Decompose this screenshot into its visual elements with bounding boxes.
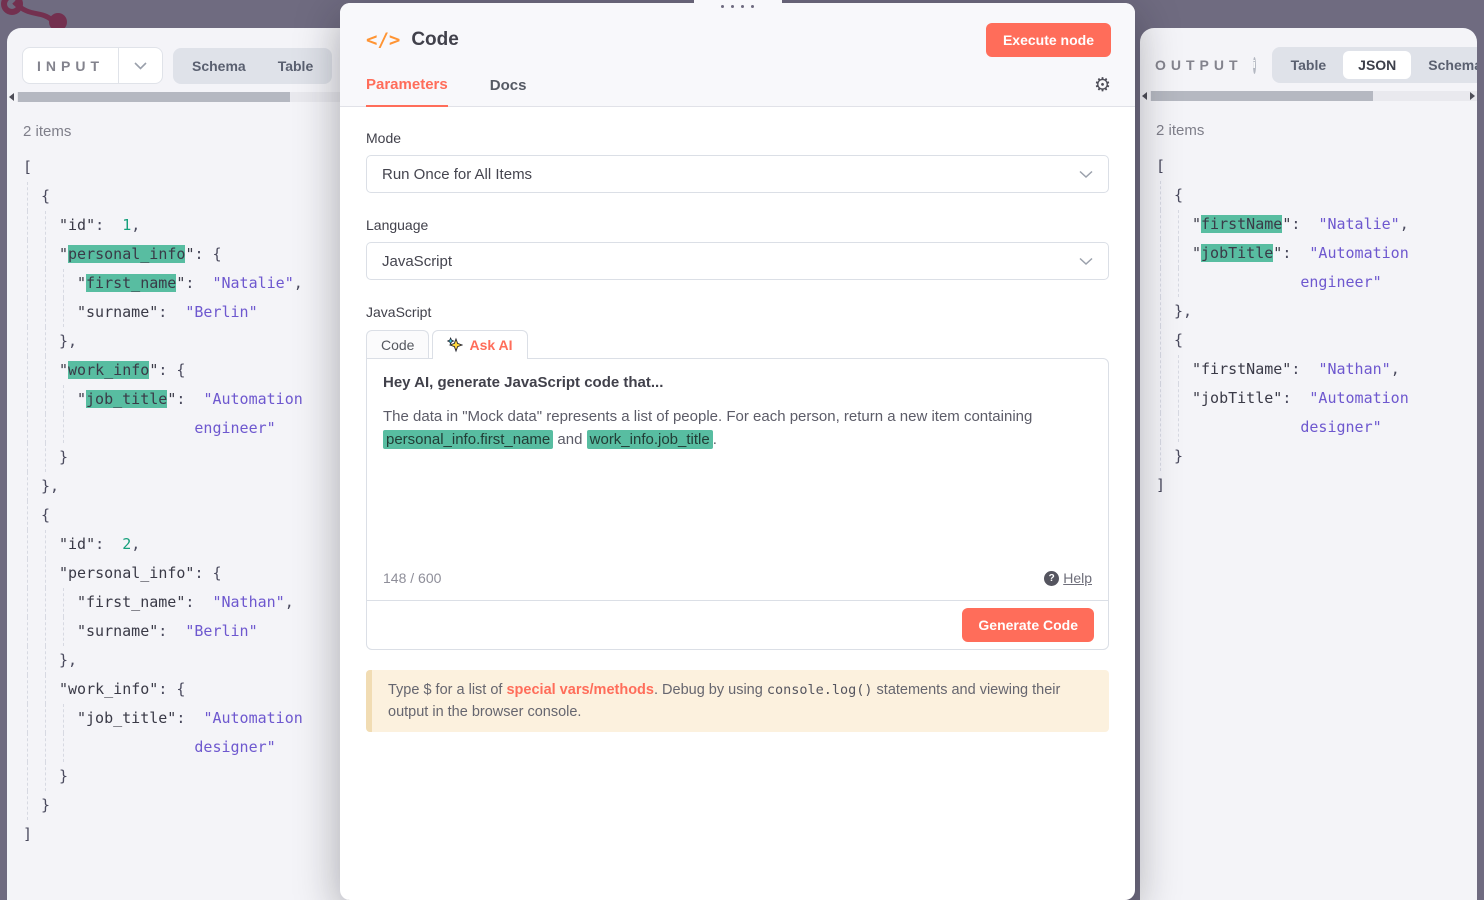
tab-schema[interactable]: Schema (177, 52, 261, 80)
help-link[interactable]: ? Help (1044, 570, 1092, 586)
tab-json[interactable]: JSON (1343, 51, 1411, 79)
language-select[interactable]: JavaScript (366, 242, 1109, 280)
scrollbar-thumb[interactable] (18, 92, 290, 102)
tab-schema[interactable]: Schema (1413, 51, 1477, 79)
scroll-left-arrow-icon[interactable] (9, 93, 14, 101)
question-mark-icon: ? (1044, 571, 1059, 586)
mode-select[interactable]: Run Once for All Items (366, 155, 1109, 193)
output-json-view: [{"firstName": "Natalie","jobTitle": "Au… (1156, 152, 1477, 500)
input-json-view: [{"id": 1,"personal_info": {"first_name"… (23, 153, 348, 849)
tab-parameters[interactable]: Parameters (366, 76, 448, 107)
language-value: JavaScript (382, 253, 452, 270)
input-items-count: 2 items (23, 123, 348, 140)
prompt-text[interactable]: The data in "Mock data" represents a lis… (383, 405, 1089, 451)
node-title: Code (411, 29, 459, 51)
tab-docs[interactable]: Docs (490, 77, 527, 106)
input-panel: INPUT Schema Table 2 items [{"id": 1,"pe… (7, 28, 348, 900)
tab-table[interactable]: Table (263, 52, 329, 80)
chevron-down-icon (1079, 257, 1093, 266)
code-node-modal: </> Code Execute node Parameters Docs ⚙ … (340, 3, 1135, 900)
code-node-icon: </> (366, 29, 400, 51)
scroll-right-arrow-icon[interactable] (1470, 92, 1475, 100)
output-panel-label: OUTPUT (1155, 57, 1243, 73)
scroll-left-arrow-icon[interactable] (1142, 92, 1147, 100)
mode-value: Run Once for All Items (382, 166, 532, 183)
prompt-title: Hey AI, generate JavaScript code that... (383, 374, 1092, 391)
sparkles-icon (447, 337, 463, 353)
input-horizontal-scrollbar[interactable] (7, 91, 348, 103)
execute-node-button[interactable]: Execute node (986, 23, 1111, 57)
input-source-select[interactable]: INPUT (22, 47, 163, 84)
tab-ask-ai[interactable]: Ask AI (432, 330, 527, 359)
ask-ai-prompt-box[interactable]: Hey AI, generate JavaScript code that...… (366, 358, 1109, 601)
generate-code-button[interactable]: Generate Code (962, 608, 1094, 642)
output-panel: OUTPUT i Table JSON Schema 2 items [{"fi… (1140, 28, 1477, 900)
drag-handle[interactable] (694, 0, 782, 13)
output-items-count: 2 items (1156, 122, 1477, 139)
character-counter: 148 / 600 (383, 570, 441, 586)
info-icon[interactable]: i (1253, 57, 1256, 74)
input-view-tabs: Schema Table (173, 48, 332, 84)
chevron-down-icon (1079, 170, 1093, 179)
language-label: Language (366, 217, 1109, 233)
output-horizontal-scrollbar[interactable] (1140, 90, 1477, 102)
javascript-label: JavaScript (366, 304, 1109, 320)
mode-label: Mode (366, 130, 1109, 146)
editor-hint: Type $ for a list of special vars/method… (366, 670, 1109, 732)
input-panel-label: INPUT (23, 48, 118, 83)
scrollbar-thumb[interactable] (1151, 91, 1373, 101)
chevron-down-icon[interactable] (118, 48, 162, 83)
gear-icon[interactable]: ⚙ (1094, 74, 1111, 106)
output-view-tabs: Table JSON Schema (1272, 47, 1477, 83)
tab-table[interactable]: Table (1276, 51, 1342, 79)
tab-code-editor[interactable]: Code (366, 330, 429, 358)
